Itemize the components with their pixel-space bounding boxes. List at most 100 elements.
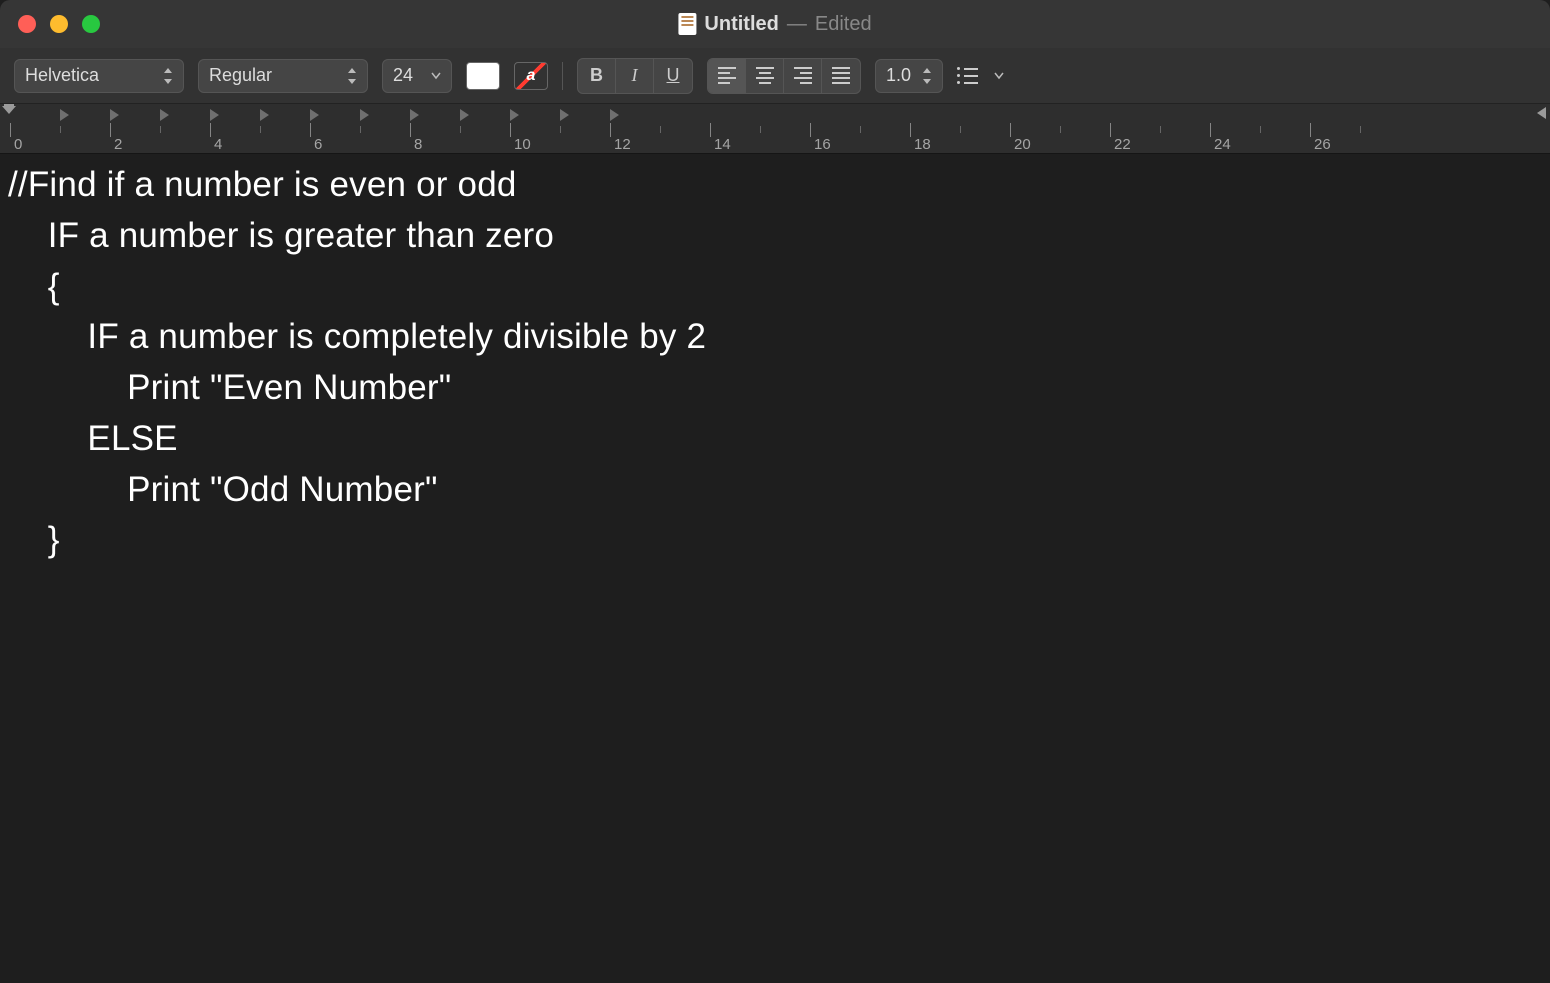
ruler-tick-major [810,123,811,137]
alignment-group [707,58,861,94]
window-titlebar: Untitled — Edited [0,0,1550,48]
ruler-tick-major [210,123,211,137]
chevron-down-icon [431,72,441,80]
ruler-label: 0 [14,136,22,153]
ruler-tick-minor [560,126,561,133]
align-center-icon [756,67,774,84]
right-indent-marker[interactable] [1537,107,1546,119]
first-line-indent-marker[interactable] [2,106,16,114]
ruler-tick-minor [1060,126,1061,133]
font-size-value: 24 [393,65,413,86]
font-family-select[interactable]: Helvetica [14,59,184,93]
traffic-lights [18,15,100,33]
ruler-label: 8 [414,136,422,153]
ruler-tick-major [910,123,911,137]
align-left-button[interactable] [708,59,746,93]
font-size-select[interactable]: 24 [382,59,452,93]
align-center-button[interactable] [746,59,784,93]
ruler-label: 14 [714,136,731,153]
tab-stop-marker[interactable] [260,109,269,121]
window-title: Untitled — Edited [678,13,871,36]
ruler-tick-minor [60,126,61,133]
document-status: Edited [815,13,872,36]
ruler-label: 4 [214,136,222,153]
ruler-tick-minor [360,126,361,133]
highlight-color-button[interactable] [514,62,548,90]
maximize-window-button[interactable] [82,15,100,33]
ruler[interactable]: 02468101214161820222426 [0,104,1550,154]
chevron-updown-icon [922,68,932,84]
line-spacing-select[interactable]: 1.0 [875,59,943,93]
tab-stop-marker[interactable] [60,109,69,121]
ruler-tick-minor [460,126,461,133]
align-left-icon [718,67,736,84]
ruler-tick-minor [860,126,861,133]
bold-label: B [590,65,603,86]
ruler-label: 16 [814,136,831,153]
chevron-down-icon [994,72,1004,80]
formatting-toolbar: Helvetica Regular 24 B I U [0,48,1550,104]
ruler-tab-row [0,104,1550,124]
ruler-label: 12 [614,136,631,153]
tab-stop-marker[interactable] [360,109,369,121]
tab-stop-marker[interactable] [410,109,419,121]
tab-stop-marker[interactable] [560,109,569,121]
document-icon [678,13,696,35]
ruler-label: 24 [1214,136,1231,153]
ruler-tick-major [510,123,511,137]
ruler-label: 26 [1314,136,1331,153]
list-style-button[interactable] [957,67,1004,84]
ruler-label: 2 [114,136,122,153]
tab-stop-marker[interactable] [160,109,169,121]
document-editor[interactable]: //Find if a number is even or odd IF a n… [0,154,1550,983]
ruler-tick-minor [960,126,961,133]
align-justify-icon [832,67,850,84]
chevron-updown-icon [163,68,173,84]
ruler-tick-major [1010,123,1011,137]
ruler-ticks: 02468101214161820222426 [0,124,1550,153]
text-color-button[interactable] [466,62,500,90]
ruler-label: 22 [1114,136,1131,153]
text-format-group: B I U [577,58,693,94]
underline-label: U [667,65,680,86]
ruler-tick-major [310,123,311,137]
ruler-tick-minor [1260,126,1261,133]
italic-label: I [632,65,638,86]
ruler-tick-minor [1360,126,1361,133]
ruler-tick-major [1110,123,1111,137]
tab-stop-marker[interactable] [460,109,469,121]
ruler-label: 6 [314,136,322,153]
align-right-button[interactable] [784,59,822,93]
tab-stop-marker[interactable] [110,109,119,121]
tab-stop-marker[interactable] [610,109,619,121]
ruler-tick-major [1310,123,1311,137]
align-justify-button[interactable] [822,59,860,93]
font-family-value: Helvetica [25,65,99,86]
ruler-tick-minor [1160,126,1161,133]
chevron-updown-icon [347,68,357,84]
ruler-label: 10 [514,136,531,153]
tab-stop-marker[interactable] [210,109,219,121]
close-window-button[interactable] [18,15,36,33]
document-name: Untitled [704,13,778,36]
bold-button[interactable]: B [578,59,616,93]
list-icon [957,67,978,84]
tab-stop-marker[interactable] [510,109,519,121]
title-separator: — [787,13,807,36]
font-style-select[interactable]: Regular [198,59,368,93]
toolbar-separator [562,62,563,90]
ruler-tick-major [410,123,411,137]
minimize-window-button[interactable] [50,15,68,33]
ruler-tick-minor [760,126,761,133]
font-style-value: Regular [209,65,272,86]
ruler-tick-minor [660,126,661,133]
tab-stop-marker[interactable] [310,109,319,121]
ruler-tick-major [610,123,611,137]
underline-button[interactable]: U [654,59,692,93]
ruler-tick-major [10,123,11,137]
ruler-tick-major [710,123,711,137]
ruler-label: 20 [1014,136,1031,153]
ruler-label: 18 [914,136,931,153]
ruler-tick-major [110,123,111,137]
italic-button[interactable]: I [616,59,654,93]
